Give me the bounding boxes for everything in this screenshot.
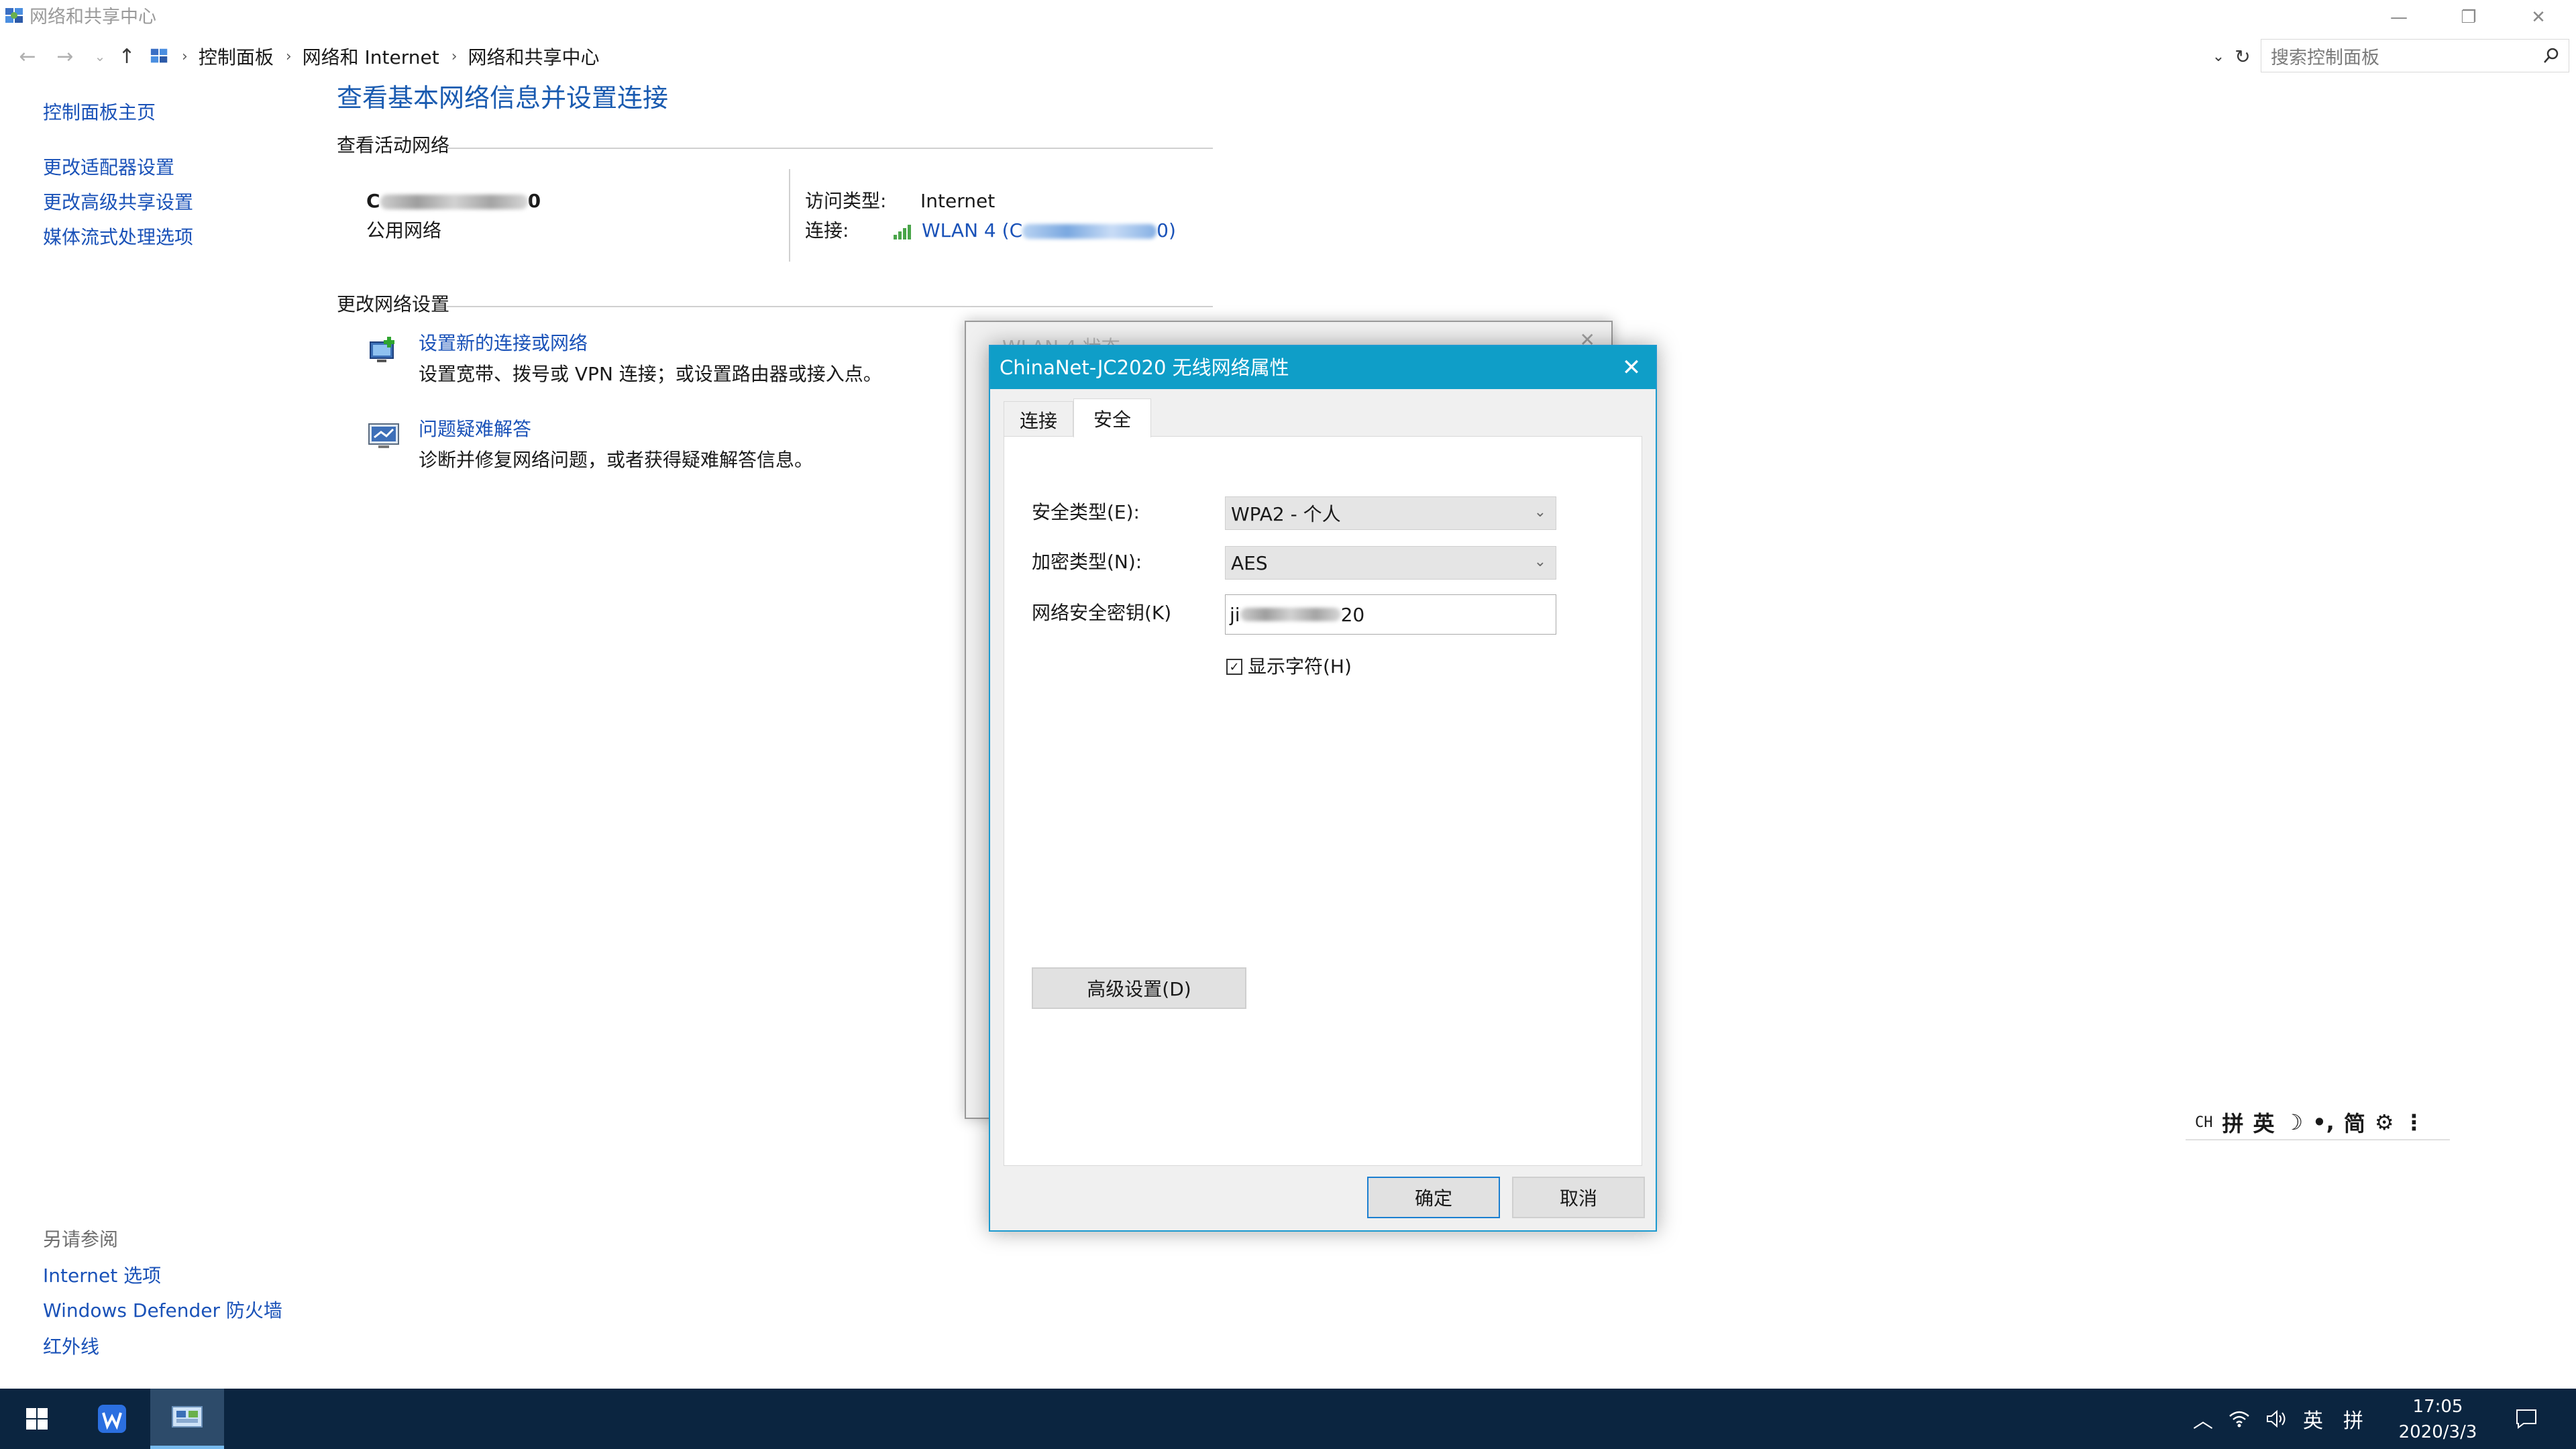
ime-toolbar: CH 拼 英 ☽ •, 简 ⚙ ⋮ — [2186, 1106, 2450, 1140]
search-placeholder: 搜索控制面板 — [2271, 47, 2379, 68]
access-type-label: 访问类型: — [805, 190, 887, 212]
breadcrumb-separator-icon: › — [451, 48, 458, 65]
dialog-close-button[interactable]: ✕ — [1611, 346, 1652, 389]
encryption-type-value: AES — [1231, 551, 1268, 574]
search-icon[interactable] — [2542, 46, 2561, 65]
sidebar-item-adapter-settings[interactable]: 更改适配器设置 — [43, 154, 174, 181]
minimize-button[interactable]: — — [2364, 0, 2434, 35]
window-titlebar: 网络和共享中心 — ❐ ✕ — [0, 0, 2576, 35]
security-key-input[interactable]: ji 20 — [1225, 594, 1556, 635]
ime-english-icon[interactable]: 英 — [2253, 1107, 2275, 1138]
chevron-down-icon: ⌄ — [1534, 553, 1546, 570]
ime-language-indicator[interactable]: 英 — [2297, 1389, 2329, 1449]
sidebar-item-control-panel-home[interactable]: 控制面板主页 — [43, 99, 156, 126]
back-arrow-icon[interactable]: ← — [11, 38, 44, 75]
control-panel-icon — [4, 5, 25, 27]
section-divider — [447, 306, 1213, 307]
close-button[interactable]: ✕ — [2504, 0, 2573, 35]
connection-label: 连接: — [805, 219, 849, 241]
tab-connection[interactable]: 连接 — [1004, 401, 1073, 437]
ime-mode-indicator[interactable]: 拼 — [2334, 1389, 2372, 1449]
redacted-region — [1022, 224, 1157, 239]
breadcrumb-item[interactable]: 控制面板 — [199, 43, 274, 70]
page-title: 查看基本网络信息并设置连接 — [337, 83, 669, 113]
dialog-title: ChinaNet-JC2020 无线网络属性 — [1000, 356, 1289, 379]
security-type-value: WPA2 - 个人 — [1231, 503, 1341, 525]
ime-punctuation-icon[interactable]: •, — [2312, 1110, 2334, 1135]
taskbar: ︿ 英 拼 17:05 2020/3/3 — [0, 1389, 2576, 1449]
address-bar: ← → ⌄ ↑ › 控制面板 › 网络和 Internet › 网络和共享中心 … — [0, 38, 2576, 75]
troubleshoot-icon — [366, 417, 401, 452]
access-type-value: Internet — [920, 190, 996, 212]
show-hidden-icons-chevron-icon[interactable]: ︿ — [2188, 1389, 2218, 1449]
restore-button[interactable]: ❐ — [2434, 0, 2504, 35]
volume-icon[interactable] — [2261, 1389, 2292, 1449]
redacted-region — [380, 195, 528, 209]
see-also-heading: 另请参阅 — [43, 1228, 119, 1250]
window-title: 网络和共享中心 — [30, 7, 156, 28]
setup-new-connection-link[interactable]: 设置新的连接或网络 — [419, 330, 588, 357]
redacted-region — [1240, 608, 1341, 621]
wps-office-icon[interactable] — [75, 1389, 149, 1449]
wifi-icon[interactable] — [2223, 1389, 2255, 1449]
section-divider — [447, 148, 1213, 149]
troubleshoot-desc: 诊断并修复网络问题，或者获得疑难解答信息。 — [419, 449, 814, 471]
cancel-button[interactable]: 取消 — [1512, 1177, 1645, 1218]
up-arrow-icon[interactable]: ↑ — [110, 38, 144, 75]
setup-new-connection-desc: 设置宽带、拨号或 VPN 连接；或设置路由器或接入点。 — [419, 363, 882, 385]
control-panel-small-icon — [150, 46, 170, 66]
wireless-properties-dialog: ChinaNet-JC2020 无线网络属性 ✕ 连接 安全 安全类型(E): … — [989, 345, 1657, 1232]
windows-start-icon[interactable] — [0, 1389, 74, 1449]
new-connection-icon — [366, 333, 401, 368]
breadcrumb[interactable]: › 控制面板 › 网络和 Internet › 网络和共享中心 — [145, 40, 2241, 72]
network-info-divider — [789, 169, 790, 262]
refresh-icon[interactable]: ↻ — [2226, 38, 2259, 75]
system-clock[interactable]: 17:05 2020/3/3 — [2384, 1394, 2491, 1445]
tab-security[interactable]: 安全 — [1073, 398, 1151, 437]
see-also-firewall[interactable]: Windows Defender 防火墙 — [43, 1297, 282, 1324]
encryption-type-select[interactable]: AES ⌄ — [1225, 546, 1556, 580]
active-networks-label: 查看活动网络 — [337, 134, 450, 156]
dialog-titlebar: ChinaNet-JC2020 无线网络属性 ✕ — [990, 346, 1656, 389]
security-type-select[interactable]: WPA2 - 个人 ⌄ — [1225, 496, 1556, 530]
network-type[interactable]: 公用网络 — [366, 217, 441, 244]
ime-ch-indicator[interactable]: CH — [2195, 1114, 2213, 1131]
breadcrumb-item[interactable]: 网络和 Internet — [303, 43, 439, 70]
breadcrumb-separator-icon: › — [285, 48, 292, 65]
see-also-internet-options[interactable]: Internet 选项 — [43, 1263, 161, 1289]
security-key-label: 网络安全密钥(K) — [1032, 602, 1172, 624]
advanced-settings-button[interactable]: 高级设置(D) — [1032, 967, 1246, 1009]
show-characters-checkbox[interactable]: ✓ — [1226, 659, 1242, 675]
chevron-down-icon: ⌄ — [1534, 504, 1546, 521]
ime-simplified-icon[interactable]: 简 — [2344, 1107, 2365, 1138]
clock-date: 2020/3/3 — [2398, 1422, 2477, 1442]
sidebar-item-advanced-sharing[interactable]: 更改高级共享设置 — [43, 189, 193, 216]
change-settings-label: 更改网络设置 — [337, 293, 450, 315]
breadcrumb-separator-icon: › — [182, 48, 188, 65]
security-key-suffix: 20 — [1340, 603, 1365, 626]
network-name: C0 — [366, 190, 541, 212]
connection-link[interactable]: WLAN 4 (C 0) — [922, 217, 1176, 244]
clock-time: 17:05 — [2412, 1397, 2463, 1417]
ime-pinyin-icon[interactable]: 拼 — [2222, 1107, 2244, 1138]
security-key-prefix: ji — [1230, 603, 1240, 626]
sidebar-item-media-streaming[interactable]: 媒体流式处理选项 — [43, 224, 193, 251]
ok-button[interactable]: 确定 — [1367, 1177, 1500, 1218]
forward-arrow-icon[interactable]: → — [48, 38, 82, 75]
ime-more-icon[interactable]: ⋮ — [2404, 1110, 2425, 1135]
show-characters-label[interactable]: 显示字符(H) — [1248, 653, 1352, 680]
action-center-icon[interactable] — [2506, 1389, 2546, 1449]
control-panel-taskbar-icon[interactable] — [150, 1389, 224, 1449]
security-type-label: 安全类型(E): — [1032, 501, 1140, 523]
see-also-infrared[interactable]: 红外线 — [43, 1334, 99, 1360]
wifi-signal-icon — [892, 221, 915, 240]
troubleshoot-link[interactable]: 问题疑难解答 — [419, 416, 531, 443]
encryption-type-label: 加密类型(N): — [1032, 551, 1142, 573]
ime-halfwidth-icon[interactable]: ☽ — [2284, 1110, 2304, 1135]
ime-settings-icon[interactable]: ⚙ — [2375, 1110, 2394, 1135]
breadcrumb-item[interactable]: 网络和共享中心 — [468, 43, 600, 70]
search-input[interactable]: 搜索控制面板 — [2261, 39, 2569, 72]
